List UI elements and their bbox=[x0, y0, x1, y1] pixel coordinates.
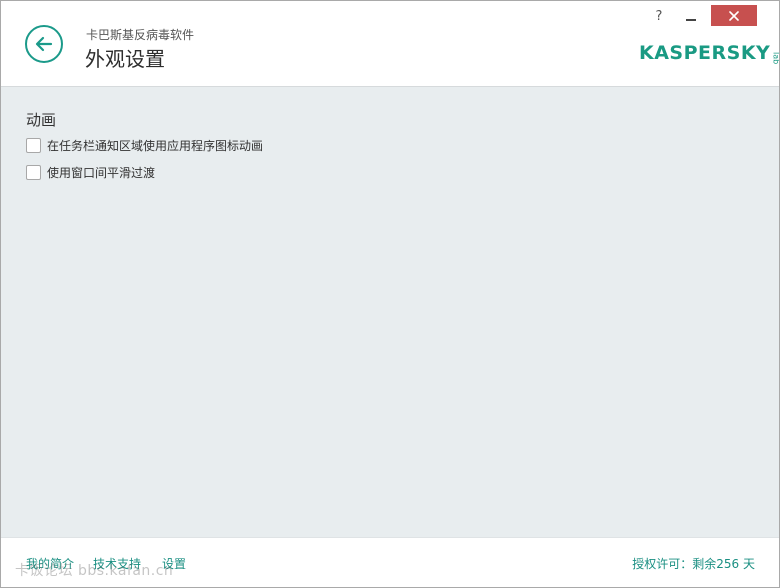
page-title: 外观设置 bbox=[85, 47, 165, 71]
option-label: 使用窗口间平滑过渡 bbox=[47, 166, 156, 180]
logo-text: KASPERSKY bbox=[639, 42, 771, 64]
header: 卡巴斯基反病毒软件 外观设置 ? KASPERSKY lab bbox=[1, 1, 779, 87]
checkbox-tray-icon-animation[interactable] bbox=[26, 138, 41, 153]
help-button[interactable]: ? bbox=[647, 7, 671, 27]
logo-lab: lab bbox=[771, 51, 780, 64]
checkbox-smooth-transitions[interactable] bbox=[26, 165, 41, 180]
option-label: 在任务栏通知区域使用应用程序图标动画 bbox=[47, 139, 264, 153]
back-button[interactable] bbox=[25, 25, 63, 63]
license-status[interactable]: 授权许可：剩余256 天 bbox=[632, 555, 755, 572]
minimize-icon bbox=[686, 19, 696, 21]
footer: 我的简介 技术支持 设置 授权许可：剩余256 天 卡饭论坛 bbs.kafan… bbox=[1, 537, 779, 587]
section-title-animation: 动画 bbox=[26, 111, 57, 129]
app-name: 卡巴斯基反病毒软件 bbox=[86, 28, 195, 42]
minimize-button[interactable] bbox=[679, 7, 703, 27]
settings-content: 动画 在任务栏通知区域使用应用程序图标动画 使用窗口间平滑过渡 bbox=[1, 87, 779, 537]
watermark: 卡饭论坛 bbs.kafan.cn bbox=[15, 563, 174, 579]
option-tray-icon-animation[interactable]: 在任务栏通知区域使用应用程序图标动画 bbox=[26, 137, 263, 154]
kaspersky-logo: KASPERSKY lab bbox=[639, 38, 780, 64]
arrow-left-icon bbox=[35, 36, 53, 52]
close-button[interactable] bbox=[711, 5, 757, 26]
close-icon bbox=[729, 10, 739, 21]
app-window: 卡巴斯基反病毒软件 外观设置 ? KASPERSKY lab 动画 在任务栏通知… bbox=[0, 0, 780, 588]
option-smooth-transitions[interactable]: 使用窗口间平滑过渡 bbox=[26, 164, 155, 181]
